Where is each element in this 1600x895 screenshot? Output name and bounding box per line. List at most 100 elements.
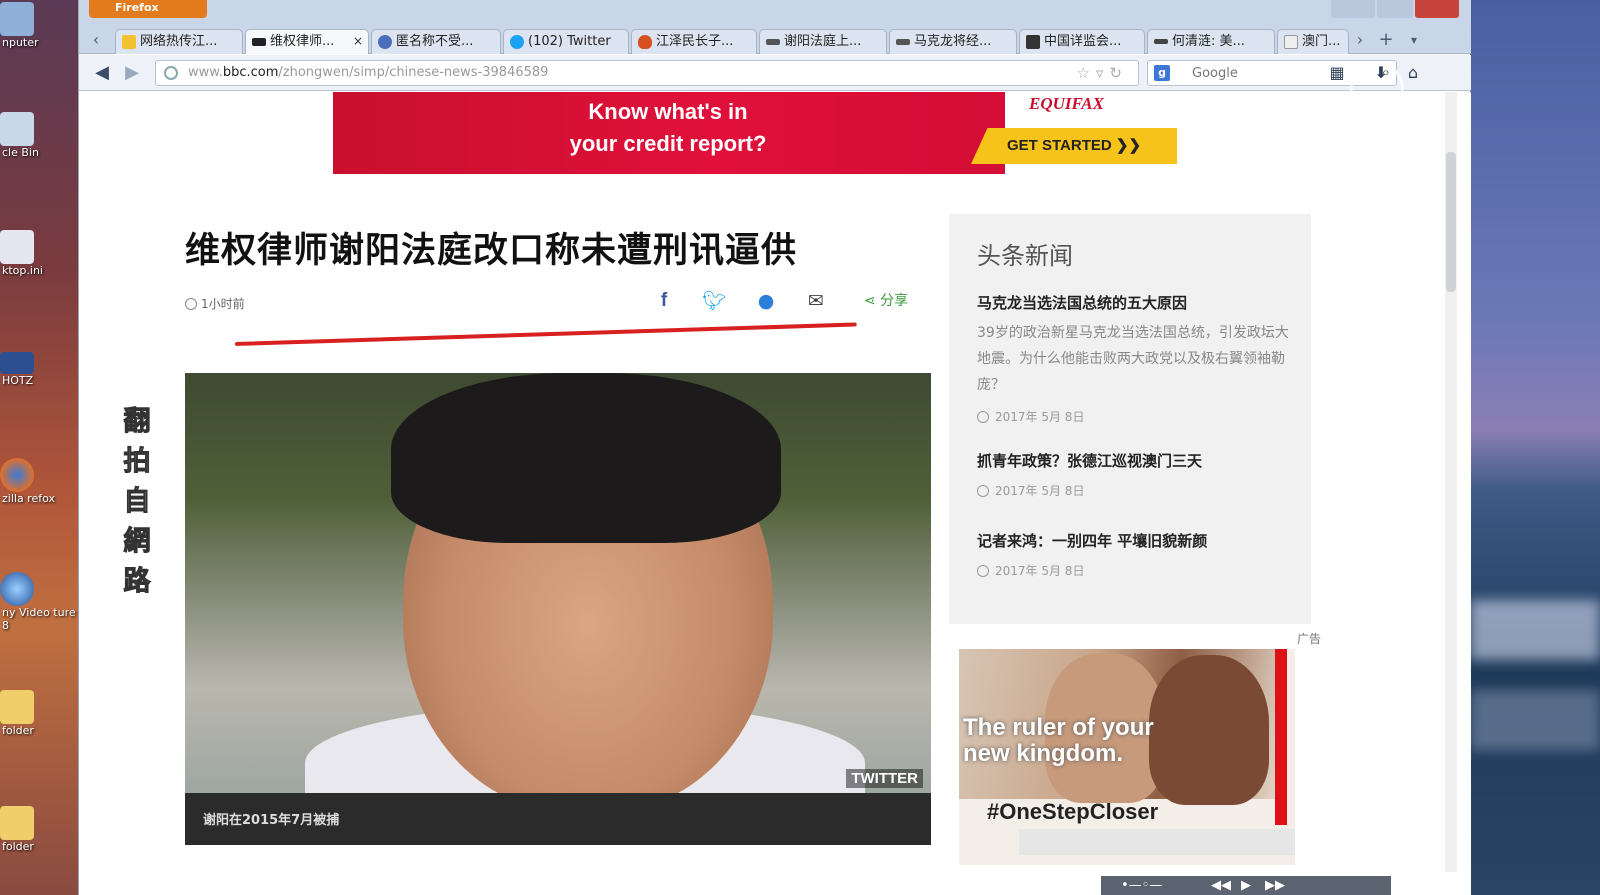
list-all-tabs-icon[interactable]: ▾ [1405, 30, 1423, 50]
news-item-summary: 39岁的政治新星马克龙当选法国总统，引发政坛大地震。为什么他能击败两大政党以及极… [977, 325, 1289, 393]
tab-label: 网络热传江... [140, 34, 218, 49]
ad-line-1: Know what's in [588, 99, 748, 124]
image-credit: TWITTER [846, 769, 923, 788]
ad-person-2 [1149, 655, 1269, 805]
news-item-title[interactable]: 记者来鸿：一别四年 平壤旧貌新颜 [977, 530, 1293, 552]
twitter-icon[interactable]: 🐦︎ [701, 288, 727, 314]
tab[interactable]: 中国详监会... [1019, 29, 1145, 54]
desktop-icon-label: zilla refox [2, 492, 56, 505]
tab-label: 马克龙将经... [914, 34, 992, 49]
news-date-text: 2017年 5月 8日 [995, 484, 1085, 498]
link-favicon-icon [766, 39, 780, 45]
dropdown-icon[interactable]: ▿ [1096, 64, 1110, 82]
article-timestamp: 1小时前 [185, 295, 245, 312]
tab[interactable]: (102) Twitter [503, 29, 629, 54]
ad-brand-box: EQUIFAX GET STARTED ❯❯ [971, 92, 1177, 174]
news-item[interactable]: 记者来鸿：一别四年 平壤旧貌新颜 2017年 5月 8日 [977, 530, 1293, 579]
news-item-date: 2017年 5月 8日 [977, 482, 1293, 499]
site-identity-icon[interactable] [164, 66, 178, 80]
tab[interactable]: 澳门... [1277, 29, 1349, 54]
tab-label: 澳门... [1302, 34, 1341, 49]
play-icon[interactable]: ▶ [1241, 876, 1251, 895]
desktop-icon-firefox[interactable]: zilla refox [0, 458, 78, 505]
news-date-text: 2017年 5月 8日 [995, 564, 1085, 578]
image-caption: 谢阳在2015年7月被捕 [203, 813, 340, 828]
tab[interactable]: 马克龙将经... [889, 29, 1017, 54]
top-news-sidebar: 头条新闻 马克龙当选法国总统的五大原因 39岁的政治新星马克龙当选法国总统，引发… [949, 214, 1311, 624]
tab-scroll-left-icon[interactable]: ‹ [87, 30, 105, 50]
share-icon: ⋖ [863, 293, 876, 309]
bookmarks-icon[interactable]: ▦ [1327, 63, 1347, 83]
desktop-icon-video-capture[interactable]: ny Video ture 8 [0, 572, 78, 632]
desktop-wallpaper-right [1470, 0, 1600, 895]
firefox-menu-button[interactable]: Firefox [89, 0, 207, 18]
forward-arrow-icon[interactable]: ▶ [121, 62, 143, 84]
home-icon[interactable]: ⌂ [1403, 63, 1423, 83]
news-item-title[interactable]: 马克龙当选法国总统的五大原因 [977, 292, 1293, 314]
watermark-text: ntdtv.com [1300, 134, 1411, 164]
ad-slogan: The ruler of your new kingdom. [963, 715, 1154, 767]
clock-icon [977, 485, 989, 497]
navigation-bar: ◀ ▶ www.bbc.com/zhongwen/simp/chinese-ne… [79, 55, 1471, 91]
fast-forward-icon[interactable]: ▶▶ [1265, 876, 1285, 895]
browser-window: Firefox ‹ 网络热传江... 维权律师... × 匿名称不受... (1… [78, 0, 1471, 895]
news-item-date: 2017年 5月 8日 [977, 562, 1293, 579]
photo-hair [391, 373, 781, 543]
news-item[interactable]: 抓青年政策？张德江巡视澳门三天 2017年 5月 8日 [977, 450, 1293, 499]
desktop-icon-recycle-bin[interactable]: cle Bin [0, 112, 78, 159]
tab-label: 维权律师... [270, 34, 335, 49]
desktop-icon-computer[interactable]: nputer [0, 2, 78, 49]
tab-scroll-right-icon[interactable]: › [1351, 30, 1369, 50]
back-arrow-icon[interactable]: ◀ [91, 62, 113, 84]
app-icon [0, 352, 34, 374]
maximize-button[interactable] [1377, 0, 1413, 18]
tab[interactable]: 匿名称不受... [371, 29, 501, 54]
news-item-title[interactable]: 抓青年政策？张德江巡视澳门三天 [977, 450, 1293, 472]
minimize-button[interactable] [1331, 0, 1375, 18]
facebook-icon[interactable]: f [651, 288, 677, 314]
desktop-icon-hotz[interactable]: HOTZ [0, 352, 78, 387]
address-bar[interactable]: www.bbc.com/zhongwen/simp/chinese-news-3… [155, 60, 1139, 86]
desktop-icon-ini[interactable]: ktop.ini [0, 230, 78, 277]
overlay-toolbar[interactable] [1019, 829, 1295, 855]
tab-label: 谢阳法庭上... [784, 34, 862, 49]
vertical-scrollbar[interactable] [1445, 92, 1457, 872]
folder-icon [0, 690, 34, 724]
new-tab-icon[interactable]: + [1377, 30, 1395, 50]
tab-active[interactable]: 维权律师... × [245, 29, 369, 54]
firefox-icon [0, 458, 34, 492]
bookmark-star-icon[interactable]: ☆ [1076, 64, 1095, 82]
desktop-icon-folder-2[interactable]: folder [0, 806, 78, 853]
google-icon[interactable]: g [1154, 65, 1170, 81]
volume-slider-icon[interactable]: •—◦— [1121, 876, 1162, 895]
share-button[interactable]: ⋖ 分享 [851, 288, 921, 314]
tab[interactable]: 何清涟: 美... [1147, 29, 1275, 54]
reload-icon[interactable]: ↻ [1109, 64, 1128, 82]
close-window-button[interactable] [1415, 0, 1459, 18]
url-prefix: www. [188, 65, 223, 80]
ad-hashtag: #OneStepCloser [987, 799, 1159, 824]
e-favicon-icon [1026, 35, 1040, 49]
get-started-button[interactable]: GET STARTED ❯❯ [971, 128, 1177, 164]
article-hero-image: TWITTER 谢阳在2015年7月被捕 [185, 373, 931, 845]
equifax-logo: EQUIFAX [1029, 94, 1104, 113]
folder-icon [0, 806, 34, 840]
tab[interactable]: 谢阳法庭上... [759, 29, 887, 54]
tab-close-icon[interactable]: × [353, 30, 363, 53]
video-player-controls: •—◦— ◀◀ ▶ ▶▶ [1101, 876, 1391, 895]
tab[interactable]: 网络热传江... [115, 29, 243, 54]
desktop-icon-folder-1[interactable]: folder [0, 690, 78, 737]
vertical-note: 翻 拍 自 網 路 [119, 402, 155, 602]
rewind-icon[interactable]: ◀◀ [1211, 876, 1231, 895]
blank-favicon-icon [1284, 35, 1298, 49]
messenger-icon[interactable]: ● [753, 288, 779, 314]
article-headline: 维权律师谢阳法庭改口称未遭刑讯逼供 [185, 231, 798, 271]
scrollbar-thumb[interactable] [1446, 152, 1456, 292]
sidebar-ad[interactable]: The ruler of your new kingdom. #OneStepC… [959, 649, 1295, 865]
ad-banner-equifax[interactable]: Know what's in your credit report? EQUIF… [333, 92, 1177, 174]
news-item[interactable]: 马克龙当选法国总统的五大原因 39岁的政治新星马克龙当选法国总统，引发政坛大地震… [977, 292, 1293, 425]
image-caption-bar: 谢阳在2015年7月被捕 [185, 793, 931, 845]
email-icon[interactable]: ✉ [803, 288, 829, 314]
share-label: 分享 [880, 293, 909, 309]
tab[interactable]: 江泽民长子... [631, 29, 757, 54]
